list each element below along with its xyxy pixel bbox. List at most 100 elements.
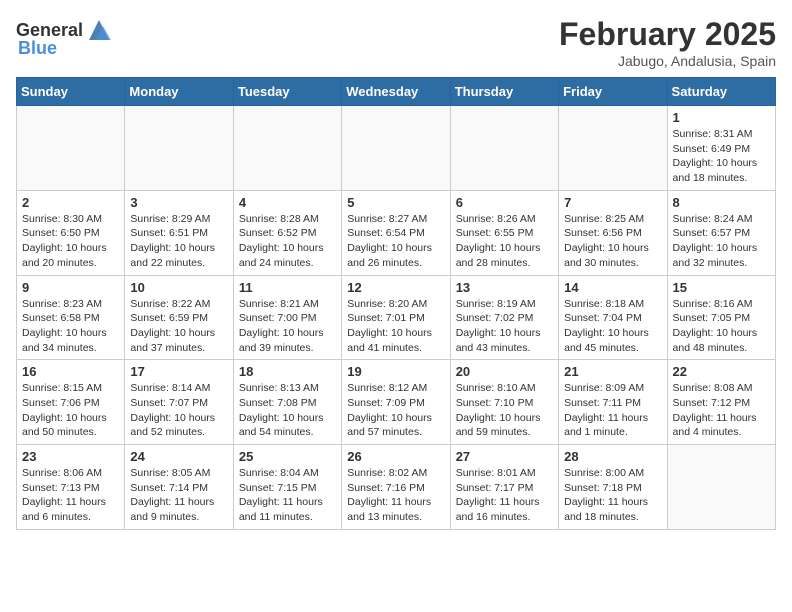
calendar-week-row: 2 Sunrise: 8:30 AM Sunset: 6:50 PM Daylig…: [17, 190, 776, 275]
calendar-week-row: 9Sunrise: 8:23 AM Sunset: 6:58 PM Daylig…: [17, 275, 776, 360]
calendar-cell: 8 Sunrise: 8:24 AM Sunset: 6:57 PM Daylig…: [667, 190, 775, 275]
calendar-cell: 28 Sunrise: 8:00 AM Sunset: 7:18 PM Dayli…: [559, 445, 667, 530]
title-area: February 2025 Jabugo, Andalusia, Spain: [559, 16, 776, 69]
day-number: 21: [564, 364, 661, 379]
weekday-header-sunday: Sunday: [17, 78, 125, 106]
day-info: Sunrise: 8:28 AM Sunset: 6:52 PM Dayligh…: [239, 212, 336, 271]
day-info: Sunrise: 8:21 AM Sunset: 7:00 PM Dayligh…: [239, 297, 336, 356]
day-info: Sunrise: 8:12 AM Sunset: 7:09 PM Dayligh…: [347, 381, 444, 440]
calendar-cell: 23Sunrise: 8:06 AM Sunset: 7:13 PM Dayli…: [17, 445, 125, 530]
calendar-cell: 22 Sunrise: 8:08 AM Sunset: 7:12 PM Dayli…: [667, 360, 775, 445]
logo: General Blue: [16, 16, 113, 59]
page-header: General Blue February 2025 Jabugo, Andal…: [16, 16, 776, 69]
calendar-week-row: 1 Sunrise: 8:31 AM Sunset: 6:49 PM Daylig…: [17, 106, 776, 191]
day-info: Sunrise: 8:27 AM Sunset: 6:54 PM Dayligh…: [347, 212, 444, 271]
day-number: 3: [130, 195, 227, 210]
calendar-week-row: 23Sunrise: 8:06 AM Sunset: 7:13 PM Dayli…: [17, 445, 776, 530]
weekday-header-monday: Monday: [125, 78, 233, 106]
day-info: Sunrise: 8:31 AM Sunset: 6:49 PM Dayligh…: [673, 127, 770, 186]
day-number: 17: [130, 364, 227, 379]
day-number: 18: [239, 364, 336, 379]
day-info: Sunrise: 8:02 AM Sunset: 7:16 PM Dayligh…: [347, 466, 444, 525]
calendar-cell: 12 Sunrise: 8:20 AM Sunset: 7:01 PM Dayli…: [342, 275, 450, 360]
day-number: 14: [564, 280, 661, 295]
calendar-cell: 25 Sunrise: 8:04 AM Sunset: 7:15 PM Dayli…: [233, 445, 341, 530]
calendar-cell: 1 Sunrise: 8:31 AM Sunset: 6:49 PM Daylig…: [667, 106, 775, 191]
day-number: 25: [239, 449, 336, 464]
calendar-cell: 26Sunrise: 8:02 AM Sunset: 7:16 PM Dayli…: [342, 445, 450, 530]
day-info: Sunrise: 8:18 AM Sunset: 7:04 PM Dayligh…: [564, 297, 661, 356]
day-info: Sunrise: 8:20 AM Sunset: 7:01 PM Dayligh…: [347, 297, 444, 356]
month-year-title: February 2025: [559, 16, 776, 53]
day-info: Sunrise: 8:05 AM Sunset: 7:14 PM Dayligh…: [130, 466, 227, 525]
calendar-week-row: 16Sunrise: 8:15 AM Sunset: 7:06 PM Dayli…: [17, 360, 776, 445]
day-info: Sunrise: 8:14 AM Sunset: 7:07 PM Dayligh…: [130, 381, 227, 440]
day-info: Sunrise: 8:23 AM Sunset: 6:58 PM Dayligh…: [22, 297, 119, 356]
day-info: Sunrise: 8:13 AM Sunset: 7:08 PM Dayligh…: [239, 381, 336, 440]
day-info: Sunrise: 8:24 AM Sunset: 6:57 PM Dayligh…: [673, 212, 770, 271]
calendar-cell: [342, 106, 450, 191]
day-info: Sunrise: 8:15 AM Sunset: 7:06 PM Dayligh…: [22, 381, 119, 440]
day-info: Sunrise: 8:16 AM Sunset: 7:05 PM Dayligh…: [673, 297, 770, 356]
calendar-cell: [450, 106, 558, 191]
calendar-cell: 16Sunrise: 8:15 AM Sunset: 7:06 PM Dayli…: [17, 360, 125, 445]
weekday-header-row: SundayMondayTuesdayWednesdayThursdayFrid…: [17, 78, 776, 106]
day-info: Sunrise: 8:26 AM Sunset: 6:55 PM Dayligh…: [456, 212, 553, 271]
logo-icon: [85, 16, 113, 44]
weekday-header-saturday: Saturday: [667, 78, 775, 106]
day-info: Sunrise: 8:00 AM Sunset: 7:18 PM Dayligh…: [564, 466, 661, 525]
calendar-cell: 14 Sunrise: 8:18 AM Sunset: 7:04 PM Dayli…: [559, 275, 667, 360]
calendar-cell: 9Sunrise: 8:23 AM Sunset: 6:58 PM Daylig…: [17, 275, 125, 360]
day-number: 5: [347, 195, 444, 210]
day-info: Sunrise: 8:22 AM Sunset: 6:59 PM Dayligh…: [130, 297, 227, 356]
calendar-cell: 5 Sunrise: 8:27 AM Sunset: 6:54 PM Daylig…: [342, 190, 450, 275]
day-info: Sunrise: 8:08 AM Sunset: 7:12 PM Dayligh…: [673, 381, 770, 440]
calendar-cell: 21 Sunrise: 8:09 AM Sunset: 7:11 PM Dayli…: [559, 360, 667, 445]
day-number: 8: [673, 195, 770, 210]
calendar-cell: [125, 106, 233, 191]
day-number: 20: [456, 364, 553, 379]
calendar-cell: 17 Sunrise: 8:14 AM Sunset: 7:07 PM Dayli…: [125, 360, 233, 445]
day-number: 22: [673, 364, 770, 379]
calendar-cell: 10Sunrise: 8:22 AM Sunset: 6:59 PM Dayli…: [125, 275, 233, 360]
calendar-cell: [233, 106, 341, 191]
calendar-cell: [17, 106, 125, 191]
calendar-cell: 11 Sunrise: 8:21 AM Sunset: 7:00 PM Dayli…: [233, 275, 341, 360]
day-number: 2: [22, 195, 119, 210]
day-number: 1: [673, 110, 770, 125]
day-number: 23: [22, 449, 119, 464]
calendar-table: SundayMondayTuesdayWednesdayThursdayFrid…: [16, 77, 776, 530]
day-number: 11: [239, 280, 336, 295]
calendar-cell: 15 Sunrise: 8:16 AM Sunset: 7:05 PM Dayli…: [667, 275, 775, 360]
day-number: 7: [564, 195, 661, 210]
calendar-cell: 18 Sunrise: 8:13 AM Sunset: 7:08 PM Dayli…: [233, 360, 341, 445]
weekday-header-tuesday: Tuesday: [233, 78, 341, 106]
day-info: Sunrise: 8:10 AM Sunset: 7:10 PM Dayligh…: [456, 381, 553, 440]
calendar-cell: 13 Sunrise: 8:19 AM Sunset: 7:02 PM Dayli…: [450, 275, 558, 360]
day-number: 12: [347, 280, 444, 295]
day-number: 6: [456, 195, 553, 210]
day-number: 19: [347, 364, 444, 379]
day-number: 27: [456, 449, 553, 464]
day-info: Sunrise: 8:29 AM Sunset: 6:51 PM Dayligh…: [130, 212, 227, 271]
calendar-cell: 27 Sunrise: 8:01 AM Sunset: 7:17 PM Dayli…: [450, 445, 558, 530]
weekday-header-friday: Friday: [559, 78, 667, 106]
calendar-cell: 3 Sunrise: 8:29 AM Sunset: 6:51 PM Daylig…: [125, 190, 233, 275]
day-info: Sunrise: 8:25 AM Sunset: 6:56 PM Dayligh…: [564, 212, 661, 271]
day-number: 13: [456, 280, 553, 295]
calendar-cell: 19 Sunrise: 8:12 AM Sunset: 7:09 PM Dayli…: [342, 360, 450, 445]
day-number: 15: [673, 280, 770, 295]
calendar-cell: 20 Sunrise: 8:10 AM Sunset: 7:10 PM Dayli…: [450, 360, 558, 445]
day-info: Sunrise: 8:01 AM Sunset: 7:17 PM Dayligh…: [456, 466, 553, 525]
day-number: 28: [564, 449, 661, 464]
day-info: Sunrise: 8:09 AM Sunset: 7:11 PM Dayligh…: [564, 381, 661, 440]
calendar-cell: 6 Sunrise: 8:26 AM Sunset: 6:55 PM Daylig…: [450, 190, 558, 275]
day-info: Sunrise: 8:19 AM Sunset: 7:02 PM Dayligh…: [456, 297, 553, 356]
location-subtitle: Jabugo, Andalusia, Spain: [559, 53, 776, 69]
calendar-cell: [559, 106, 667, 191]
day-info: Sunrise: 8:30 AM Sunset: 6:50 PM Dayligh…: [22, 212, 119, 271]
calendar-cell: 7 Sunrise: 8:25 AM Sunset: 6:56 PM Daylig…: [559, 190, 667, 275]
day-info: Sunrise: 8:04 AM Sunset: 7:15 PM Dayligh…: [239, 466, 336, 525]
weekday-header-thursday: Thursday: [450, 78, 558, 106]
weekday-header-wednesday: Wednesday: [342, 78, 450, 106]
